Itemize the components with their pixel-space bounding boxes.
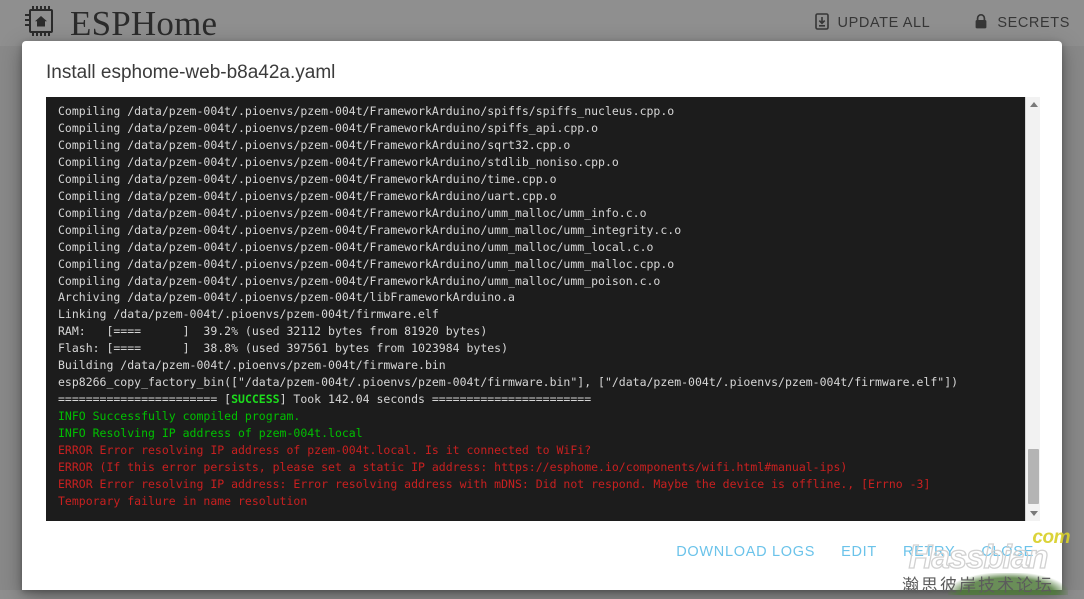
scroll-up-arrow-icon[interactable] (1026, 97, 1040, 112)
download-logs-button[interactable]: DOWNLOAD LOGS (666, 536, 825, 568)
log-line: Compiling /data/pzem-004t/.pioenvs/pzem-… (58, 222, 682, 237)
log-line: Building /data/pzem-004t/.pioenvs/pzem-0… (58, 358, 446, 373)
log-line: Flash: [==== ] 38.8% (used 397561 bytes … (58, 341, 509, 356)
edit-button[interactable]: EDIT (831, 536, 887, 568)
log-console-output[interactable]: Compiling /data/pzem-004t/.pioenvs/pzem-… (46, 97, 1025, 521)
scroll-down-arrow-icon[interactable] (1026, 506, 1040, 521)
log-line: Compiling /data/pzem-004t/.pioenvs/pzem-… (58, 171, 557, 186)
log-line: RAM: [==== ] 39.2% (used 32112 bytes fro… (58, 324, 488, 339)
dialog-title: Install esphome-web-b8a42a.yaml (46, 62, 336, 83)
log-console: Compiling /data/pzem-004t/.pioenvs/pzem-… (46, 97, 1040, 521)
log-line: Compiling /data/pzem-004t/.pioenvs/pzem-… (58, 205, 647, 220)
log-line: Compiling /data/pzem-004t/.pioenvs/pzem-… (58, 256, 675, 271)
log-line: Compiling /data/pzem-004t/.pioenvs/pzem-… (58, 273, 661, 288)
page-background-strip (0, 590, 1084, 599)
log-line: Compiling /data/pzem-004t/.pioenvs/pzem-… (58, 104, 675, 118)
log-line: Compiling /data/pzem-004t/.pioenvs/pzem-… (58, 154, 619, 169)
retry-button[interactable]: RETRY (893, 536, 965, 568)
scrollbar-thumb[interactable] (1028, 449, 1039, 504)
log-line: ======================= [SUCCESS] Took 1… (58, 392, 592, 407)
log-line: ERROR (If this error persists, please se… (58, 460, 848, 475)
status-badge: SUCCESS (231, 392, 280, 407)
log-line: Compiling /data/pzem-004t/.pioenvs/pzem-… (58, 120, 599, 135)
log-line: Compiling /data/pzem-004t/.pioenvs/pzem-… (58, 239, 654, 254)
log-line: Archiving /data/pzem-004t/.pioenvs/pzem-… (58, 290, 515, 305)
install-dialog: Install esphome-web-b8a42a.yaml Compilin… (22, 41, 1062, 590)
log-line: INFO Successfully compiled program. (58, 409, 301, 424)
log-line: Compiling /data/pzem-004t/.pioenvs/pzem-… (58, 137, 571, 152)
log-line: esp8266_copy_factory_bin(["/data/pzem-00… (58, 375, 959, 390)
dialog-actions: DOWNLOAD LOGS EDIT RETRY CLOSE (22, 530, 1062, 590)
log-console-scrollbar[interactable] (1025, 97, 1040, 521)
log-line: ERROR Error resolving IP address of pzem… (58, 443, 592, 458)
log-line: INFO Resolving IP address of pzem-004t.l… (58, 426, 363, 441)
log-line: ERROR Error resolving IP address: Error … (58, 476, 931, 491)
log-line: Linking /data/pzem-004t/.pioenvs/pzem-00… (58, 307, 439, 322)
close-button[interactable]: CLOSE (971, 536, 1044, 568)
log-line: Temporary failure in name resolution (58, 493, 308, 508)
log-line: Compiling /data/pzem-004t/.pioenvs/pzem-… (58, 188, 557, 203)
